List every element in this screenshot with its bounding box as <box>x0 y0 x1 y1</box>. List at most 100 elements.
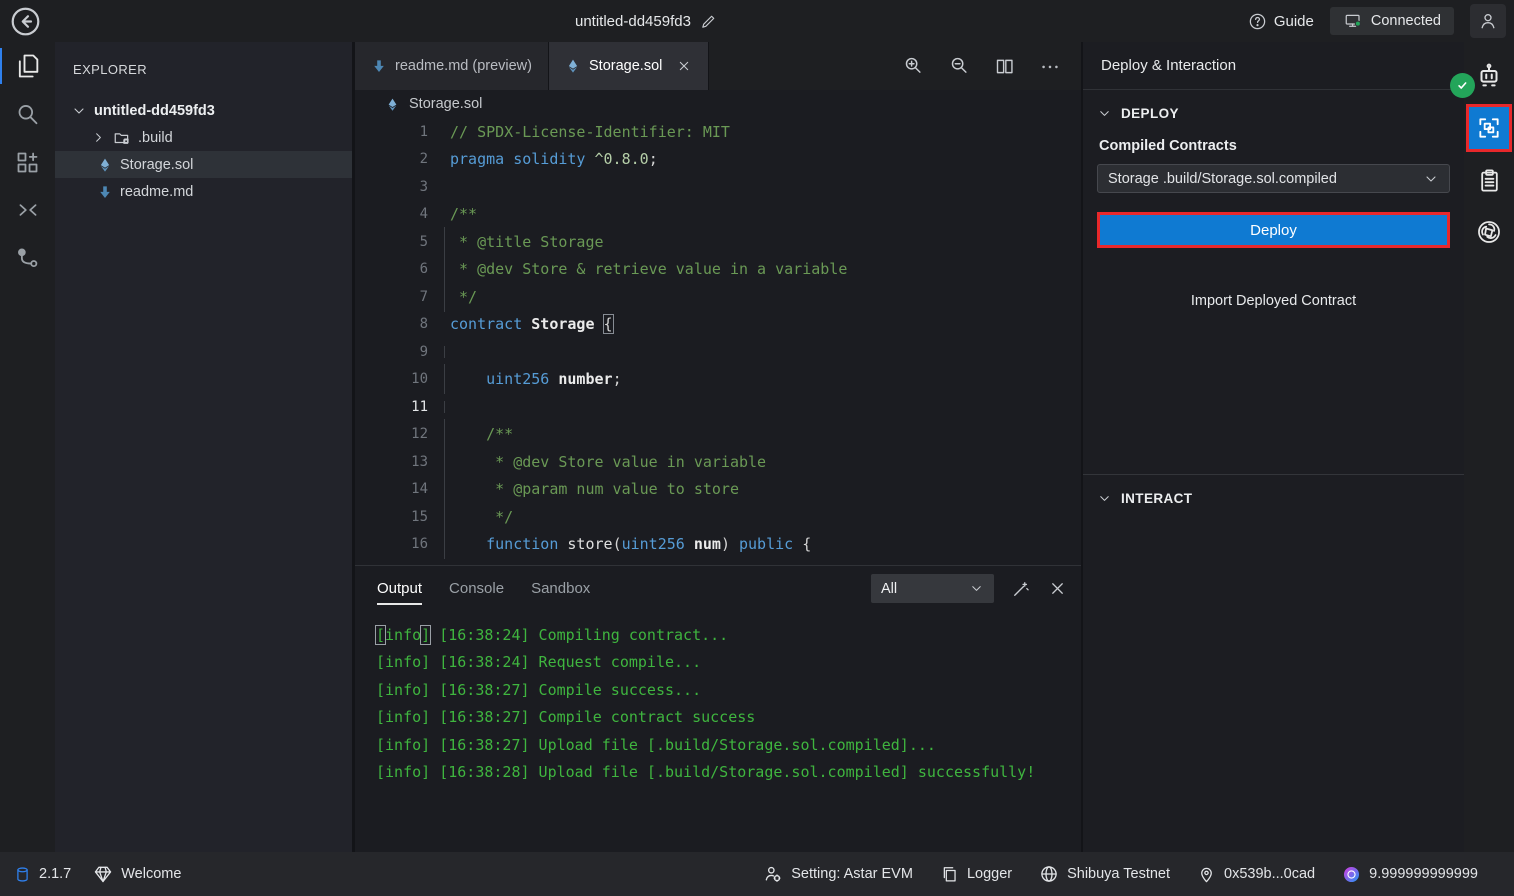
code-text: * @dev Store value in variable <box>450 453 766 471</box>
back-icon <box>9 5 42 38</box>
guide-label: Guide <box>1274 13 1314 30</box>
tree-root[interactable]: untitled-dd459fd3 <box>55 97 352 124</box>
code-text: contract Storage { <box>450 315 613 333</box>
activity-task-list[interactable] <box>1464 154 1514 206</box>
deploy-interaction-tool[interactable] <box>1466 104 1512 152</box>
rename-pencil-icon[interactable] <box>700 13 717 30</box>
tab-output[interactable]: Output <box>377 566 422 611</box>
line-number: 3 <box>355 179 428 195</box>
activity-deploy-interaction[interactable] <box>1464 102 1514 154</box>
log-filter-value: All <box>881 581 897 597</box>
globe-icon <box>1039 864 1059 884</box>
deploy-button[interactable]: Deploy <box>1097 212 1450 248</box>
tree-item-storage-sol[interactable]: Storage.sol <box>55 151 352 178</box>
more-actions-icon[interactable] <box>1039 55 1061 77</box>
code-editor[interactable]: Storage.sol 1// SPDX-License-Identifier:… <box>355 90 1081 565</box>
tree-item-build[interactable]: .build <box>55 124 352 151</box>
line-number: 10 <box>355 371 428 387</box>
network-item[interactable]: Shibuya Testnet <box>1039 864 1170 884</box>
zoom-in-icon[interactable] <box>902 55 924 77</box>
project-title-group: untitled-dd459fd3 <box>575 0 717 42</box>
code-lines: 1// SPDX-License-Identifier: MIT2pragma … <box>355 118 1081 558</box>
gem-icon <box>93 864 113 884</box>
close-panel-icon[interactable] <box>1048 579 1067 598</box>
connected-label: Connected <box>1371 13 1441 29</box>
interact-section-header[interactable]: INTERACT <box>1097 491 1450 506</box>
log-line: [info] [16:38:24] Request compile... <box>376 649 1081 677</box>
code-line[interactable]: 13 * @dev Store value in variable <box>355 448 1081 476</box>
compiled-contract-select[interactable]: Storage .build/Storage.sol.compiled <box>1097 164 1450 193</box>
tab-readme-md[interactable]: readme.md (preview) <box>355 42 549 90</box>
guide-button[interactable]: Guide <box>1248 12 1314 31</box>
activity-search[interactable] <box>0 90 55 138</box>
balance-item[interactable]: 9.999999999999 <box>1342 865 1478 884</box>
setting-item[interactable]: Setting: Astar EVM <box>763 864 913 884</box>
code-text: // SPDX-License-Identifier: MIT <box>450 123 730 141</box>
code-line[interactable]: 15 */ <box>355 503 1081 531</box>
explorer-panel: EXPLORER untitled-dd459fd3 .build <box>55 42 352 852</box>
main-area: EXPLORER untitled-dd459fd3 .build <box>0 42 1514 852</box>
code-line[interactable]: 8contract Storage { <box>355 311 1081 339</box>
version-indicator[interactable]: 2.1.7 <box>14 865 71 884</box>
address-item[interactable]: 0x539b...0cad <box>1197 865 1315 884</box>
code-line[interactable]: 5 * @title Storage <box>355 228 1081 256</box>
version-label: 2.1.7 <box>39 866 71 882</box>
logger-item[interactable]: Logger <box>940 865 1012 884</box>
split-editor-icon[interactable] <box>994 56 1015 77</box>
code-line[interactable]: 11 <box>355 393 1081 421</box>
tab-sandbox[interactable]: Sandbox <box>531 566 590 611</box>
import-deployed-contract-link[interactable]: Import Deployed Contract <box>1097 293 1450 309</box>
code-line[interactable]: 3 <box>355 173 1081 201</box>
monitor-icon <box>1343 12 1363 30</box>
welcome-item[interactable]: Welcome <box>93 864 181 884</box>
activity-explorer[interactable] <box>0 42 55 90</box>
line-number: 16 <box>355 536 428 552</box>
tab-storage-sol[interactable]: Storage.sol <box>549 42 709 90</box>
branch-icon <box>14 245 41 272</box>
left-activity-bar <box>0 42 55 852</box>
code-line[interactable]: 16 function store(uint256 num) public { <box>355 531 1081 559</box>
activity-collapse[interactable] <box>0 186 55 234</box>
tab-console[interactable]: Console <box>449 566 504 611</box>
code-text: /** <box>450 425 513 443</box>
line-number: 15 <box>355 509 428 525</box>
breadcrumb[interactable]: Storage.sol <box>355 90 1081 118</box>
back-button[interactable] <box>9 5 42 38</box>
log-filter-select[interactable]: All <box>871 574 994 603</box>
code-line[interactable]: 9 <box>355 338 1081 366</box>
line-number: 14 <box>355 481 428 497</box>
balance-label: 9.999999999999 <box>1369 866 1478 882</box>
connected-button[interactable]: Connected <box>1330 7 1454 35</box>
code-line[interactable]: 6 * @dev Store & retrieve value in a var… <box>355 256 1081 284</box>
ethereum-icon <box>565 58 581 74</box>
code-line[interactable]: 1// SPDX-License-Identifier: MIT <box>355 118 1081 146</box>
activity-ai-assistant[interactable] <box>1464 50 1514 102</box>
close-tab-icon[interactable] <box>676 58 692 74</box>
ide-window: untitled-dd459fd3 Guide Connected <box>0 0 1514 896</box>
code-line[interactable]: 4/** <box>355 201 1081 229</box>
tab-label: Storage.sol <box>589 58 662 74</box>
line-number: 11 <box>355 399 428 415</box>
deploy-section-header[interactable]: DEPLOY <box>1097 106 1450 121</box>
code-line[interactable]: 2pragma solidity ^0.8.0; <box>355 146 1081 174</box>
log-line: [info] [16:38:24] Compiling contract... <box>376 621 1081 649</box>
user-gear-icon <box>763 864 783 884</box>
chevron-down-icon <box>969 581 984 596</box>
activity-plugins[interactable] <box>0 138 55 186</box>
clear-output-icon[interactable] <box>1011 579 1031 599</box>
clipboard-icon <box>1476 167 1503 194</box>
avatar-button[interactable] <box>1470 4 1506 38</box>
code-line[interactable]: 10 uint256 number; <box>355 366 1081 394</box>
line-number: 6 <box>355 261 428 277</box>
code-line[interactable]: 7 */ <box>355 283 1081 311</box>
interact-section: INTERACT <box>1083 475 1464 522</box>
openai-icon <box>1475 218 1503 246</box>
code-line[interactable]: 14 * @param num value to store <box>355 476 1081 504</box>
tree-item-label: Storage.sol <box>120 157 193 173</box>
zoom-out-icon[interactable] <box>948 55 970 77</box>
activity-source-control[interactable] <box>0 234 55 282</box>
activity-chatgpt[interactable] <box>1464 206 1514 258</box>
deploy-section-label: DEPLOY <box>1121 106 1179 121</box>
tree-item-readme-md[interactable]: readme.md <box>55 178 352 205</box>
code-line[interactable]: 12 /** <box>355 421 1081 449</box>
